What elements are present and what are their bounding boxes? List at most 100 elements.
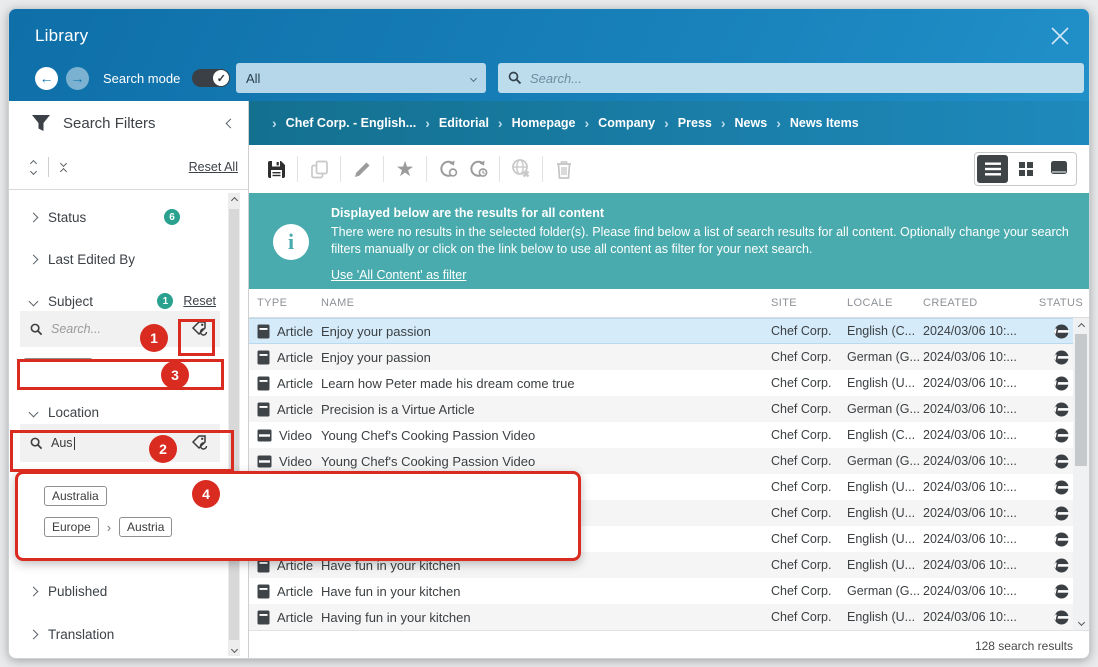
delete-icon[interactable]	[549, 154, 579, 184]
table-row[interactable]: ArticlePrecision is a Virtue ArticleChef…	[249, 396, 1089, 422]
bookmark-icon[interactable]: ★	[390, 154, 420, 184]
site-cell: Chef Corp.	[771, 324, 847, 338]
collapse-panel-icon[interactable]	[226, 118, 236, 128]
publish-schedule-icon[interactable]	[463, 154, 493, 184]
global-search-input[interactable]: Search...	[498, 63, 1084, 93]
breadcrumb-item[interactable]: News Items	[790, 116, 859, 130]
created-cell: 2024/03/06 10:...	[923, 506, 1033, 520]
chevron-right-icon	[29, 212, 39, 222]
publish-icon[interactable]	[433, 154, 463, 184]
publication-status-icon	[1054, 584, 1069, 599]
breadcrumb-item[interactable]: Chef Corp. - English...	[286, 116, 417, 130]
sidebar-scrollbar[interactable]	[228, 193, 240, 656]
view-mode-toggle	[974, 152, 1077, 186]
toolbar-divider	[542, 156, 543, 182]
suggestion-chip[interactable]: Austria	[119, 517, 172, 537]
publication-status-icon	[1054, 532, 1069, 547]
filter-section-last-edited-by[interactable]: Last Edited By	[20, 245, 220, 273]
save-icon[interactable]	[261, 154, 291, 184]
type-label: Article	[277, 376, 313, 391]
scrollbar-thumb[interactable]	[1075, 334, 1087, 466]
table-row[interactable]: ArticleEnjoy your passionChef Corp.Engli…	[249, 318, 1089, 344]
breadcrumb-item[interactable]: Homepage	[512, 116, 576, 130]
scroll-down-icon[interactable]	[1073, 614, 1089, 630]
subject-reset-link[interactable]: Reset	[183, 294, 216, 308]
location-search-input[interactable]: Aus	[20, 424, 220, 462]
taxonomy-chooser-icon[interactable]	[190, 319, 210, 339]
breadcrumb-item[interactable]: Editorial	[439, 116, 489, 130]
results-scrollbar[interactable]	[1073, 318, 1089, 630]
breadcrumb-item[interactable]: Company	[598, 116, 655, 130]
breadcrumb-item[interactable]: News	[735, 116, 768, 130]
collapse-all-icon[interactable]	[61, 161, 66, 174]
tag-chip-kitchen[interactable]: Kitchen ×	[23, 358, 93, 378]
filter-label: Location	[48, 405, 99, 420]
table-row[interactable]: VideoYoung Chef's Cooking Passion VideoC…	[249, 422, 1089, 448]
column-header-site[interactable]: SITE	[771, 297, 847, 309]
table-row[interactable]: ArticleEnjoy your passionChef Corp.Germa…	[249, 344, 1089, 370]
library-dialog: Library ← → Search mode ✓ All Search... …	[8, 8, 1090, 659]
locale-cell: German (G...	[847, 350, 923, 364]
search-placeholder: Search...	[530, 71, 582, 86]
dialog-header: Library ← → Search mode ✓ All Search...	[9, 9, 1089, 101]
card-view-icon[interactable]	[1043, 155, 1074, 183]
column-header-created[interactable]: CREATED	[923, 297, 1033, 309]
column-header-status[interactable]: STATUS	[1033, 297, 1089, 309]
table-row[interactable]: ArticleHaving fun in your kitchenChef Co…	[249, 604, 1089, 630]
table-row[interactable]: ArticleLearn how Peter made his dream co…	[249, 370, 1089, 396]
name-cell: Young Chef's Cooking Passion Video	[321, 454, 771, 469]
filter-section-status[interactable]: Status 6	[20, 203, 220, 231]
column-header-type[interactable]: TYPE	[249, 297, 321, 309]
column-header-name[interactable]: NAME	[321, 297, 771, 309]
breadcrumb-separator-icon: ›	[425, 115, 430, 131]
chevron-right-icon	[29, 629, 39, 639]
tag-chip-label: Kitchen	[31, 361, 71, 375]
edit-icon[interactable]	[347, 154, 377, 184]
close-icon[interactable]	[1045, 21, 1075, 51]
suggestion-chip[interactable]: Europe	[44, 517, 99, 537]
annotation-marker-1: 1	[140, 324, 168, 352]
chevron-down-icon	[29, 296, 39, 306]
forward-button[interactable]: →	[66, 67, 89, 90]
suggestion-row[interactable]: Europe›Austria	[44, 517, 578, 537]
filter-section-published[interactable]: Published	[20, 577, 220, 605]
filter-section-translation[interactable]: Translation	[20, 620, 220, 648]
created-cell: 2024/03/06 10:...	[923, 480, 1033, 494]
scope-dropdown[interactable]: All	[236, 63, 486, 93]
type-label: Article	[277, 350, 313, 365]
scroll-down-icon[interactable]	[228, 642, 240, 656]
back-button[interactable]: ←	[35, 67, 58, 90]
locale-cell: English (U...	[847, 610, 923, 624]
suggestion-chip[interactable]: Australia	[44, 486, 107, 506]
column-header-locale[interactable]: LOCALE	[847, 297, 923, 309]
grid-view-icon[interactable]	[1010, 155, 1041, 183]
suggestion-row[interactable]: Australia	[44, 486, 578, 506]
breadcrumb-separator-icon: ›	[498, 115, 503, 131]
scroll-up-icon[interactable]	[228, 193, 240, 207]
site-cell: Chef Corp.	[771, 428, 847, 442]
breadcrumb-item[interactable]: Press	[678, 116, 712, 130]
use-all-content-link[interactable]: Use 'All Content' as filter	[331, 268, 466, 282]
scroll-up-icon[interactable]	[1073, 318, 1089, 334]
publication-status-icon	[1054, 610, 1069, 625]
expand-all-icon[interactable]	[31, 161, 36, 174]
search-icon	[30, 437, 43, 450]
article-icon	[257, 350, 270, 365]
search-mode-toggle[interactable]: ✓	[192, 69, 230, 87]
created-cell: 2024/03/06 10:...	[923, 376, 1033, 390]
table-row[interactable]: ArticleHave fun in your kitchenChef Corp…	[249, 578, 1089, 604]
reset-all-link[interactable]: Reset All	[189, 160, 238, 174]
filter-section-location[interactable]: Location	[20, 398, 220, 426]
name-cell: Have fun in your kitchen	[321, 584, 771, 599]
text-caret	[74, 437, 75, 450]
withdraw-icon[interactable]	[506, 154, 536, 184]
chevron-right-icon	[29, 254, 39, 264]
taxonomy-chooser-icon[interactable]	[190, 433, 210, 453]
scrollbar-thumb[interactable]	[229, 209, 239, 640]
chevron-down-icon	[470, 74, 477, 81]
subject-search-input[interactable]: Search...	[20, 311, 220, 347]
remove-tag-icon[interactable]: ×	[78, 361, 85, 375]
list-view-icon[interactable]	[977, 155, 1008, 183]
created-cell: 2024/03/06 10:...	[923, 402, 1033, 416]
copy-icon[interactable]	[304, 154, 334, 184]
